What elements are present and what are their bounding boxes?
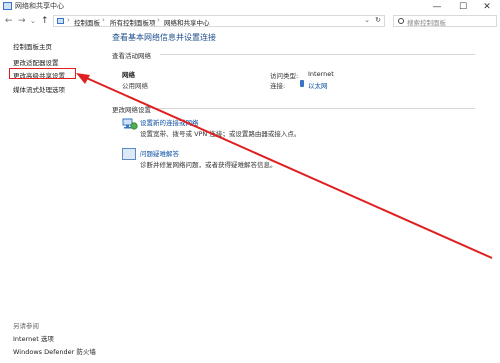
annotation-arrow <box>76 73 493 259</box>
